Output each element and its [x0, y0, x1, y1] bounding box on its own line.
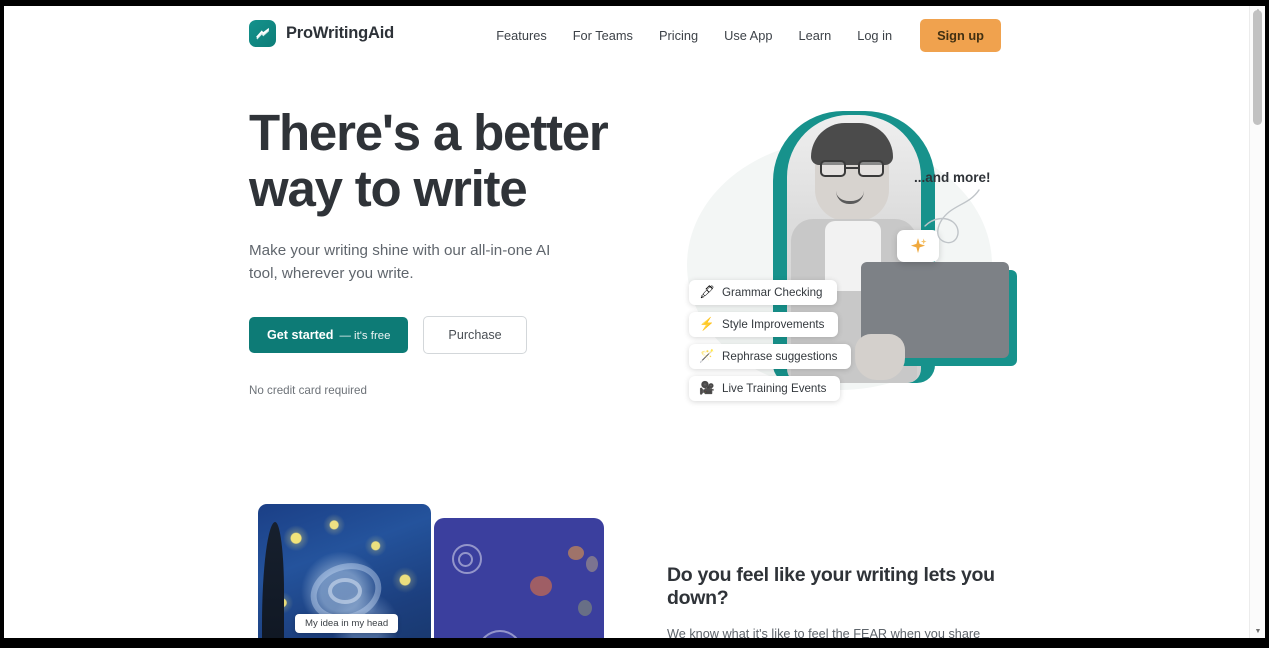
- page-content: ProWritingAid Features For Teams Pricing…: [4, 6, 1249, 638]
- sign-up-button[interactable]: Sign up: [920, 19, 1001, 52]
- feature-chip-label: Grammar Checking: [722, 286, 823, 299]
- site-header: ProWritingAid Features For Teams Pricing…: [4, 6, 1249, 62]
- nav-link-pricing[interactable]: Pricing: [646, 21, 711, 50]
- and-more-label: ...and more!: [914, 170, 991, 185]
- idea-caption-label: My idea in my head: [295, 614, 399, 633]
- get-started-free-note: — it's free: [339, 330, 391, 342]
- window-bottom-bar: [0, 638, 1269, 648]
- purchase-button[interactable]: Purchase: [423, 316, 527, 354]
- feature-chip-rephrase-suggestions[interactable]: 🪄 Rephrase suggestions: [689, 344, 852, 369]
- feature-chip-list: 🖋 Grammar Checking ⚡ Style Improvements …: [689, 280, 852, 401]
- brand-name: ProWritingAid: [286, 24, 395, 42]
- quill-pen-icon: 🖋: [699, 285, 715, 300]
- nav-link-for-teams[interactable]: For Teams: [560, 21, 646, 50]
- feature-chip-grammar-checking[interactable]: 🖋 Grammar Checking: [689, 280, 837, 305]
- glasses-icon: [820, 160, 884, 177]
- person-hand: [855, 334, 905, 380]
- blue-sketch-panel: [434, 518, 604, 638]
- nav-link-log-in[interactable]: Log in: [844, 21, 905, 50]
- lightning-bolt-icon: ⚡: [699, 317, 715, 332]
- no-credit-card-note: No credit card required: [249, 384, 367, 397]
- hero-title: There's a better way to write: [249, 104, 609, 217]
- get-started-button[interactable]: Get started — it's free: [249, 317, 409, 353]
- browser-viewport: ProWritingAid Features For Teams Pricing…: [4, 6, 1265, 638]
- section-two-copy: Do you feel like your writing lets you d…: [667, 564, 1027, 638]
- video-camera-icon: 🎥: [699, 381, 715, 396]
- get-started-label: Get started: [267, 328, 334, 342]
- hero-subtitle: Make your writing shine with our all-in-…: [249, 242, 551, 282]
- person-hair: [811, 123, 893, 165]
- main-navigation: Features For Teams Pricing Use App Learn…: [483, 19, 1001, 52]
- scroll-down-arrow[interactable]: ▼: [1254, 628, 1262, 636]
- lasso-curve-icon: [924, 189, 980, 244]
- swirl-inner-shape: [328, 578, 362, 604]
- page-scrollbar[interactable]: ▲ ▼: [1249, 6, 1265, 638]
- hero-section: There's a better way to write Make your …: [4, 62, 1249, 462]
- section-two-body: We know what it's like to feel the FEAR …: [667, 627, 981, 638]
- scrollbar-thumb[interactable]: [1253, 10, 1262, 125]
- feature-chip-label: Style Improvements: [722, 318, 825, 331]
- feature-chip-style-improvements[interactable]: ⚡ Style Improvements: [689, 312, 839, 337]
- feature-chip-label: Live Training Events: [722, 382, 827, 395]
- nav-link-use-app[interactable]: Use App: [711, 21, 785, 50]
- hero-actions: Get started — it's free Purchase: [249, 316, 649, 354]
- magic-wand-icon: 🪄: [699, 349, 715, 364]
- writing-lets-you-down-section: My idea in my head Do you feel like your…: [4, 496, 1249, 638]
- nav-link-features[interactable]: Features: [483, 21, 560, 50]
- cypress-tree-shape: [262, 522, 284, 638]
- feature-chip-label: Rephrase suggestions: [722, 350, 838, 363]
- section-two-title: Do you feel like your writing lets you d…: [667, 564, 995, 609]
- nav-link-learn[interactable]: Learn: [785, 21, 844, 50]
- feature-chip-live-training-events[interactable]: 🎥 Live Training Events: [689, 376, 841, 401]
- hero-illustration: ...and more! 🖋 Grammar Checking ⚡ Style …: [669, 110, 1019, 410]
- starry-night-illustration: My idea in my head: [249, 496, 604, 638]
- brand-logo-link[interactable]: ProWritingAid: [249, 20, 394, 47]
- hero-copy: There's a better way to write Make your …: [249, 105, 649, 397]
- prowritingaid-logo-icon: [249, 20, 276, 47]
